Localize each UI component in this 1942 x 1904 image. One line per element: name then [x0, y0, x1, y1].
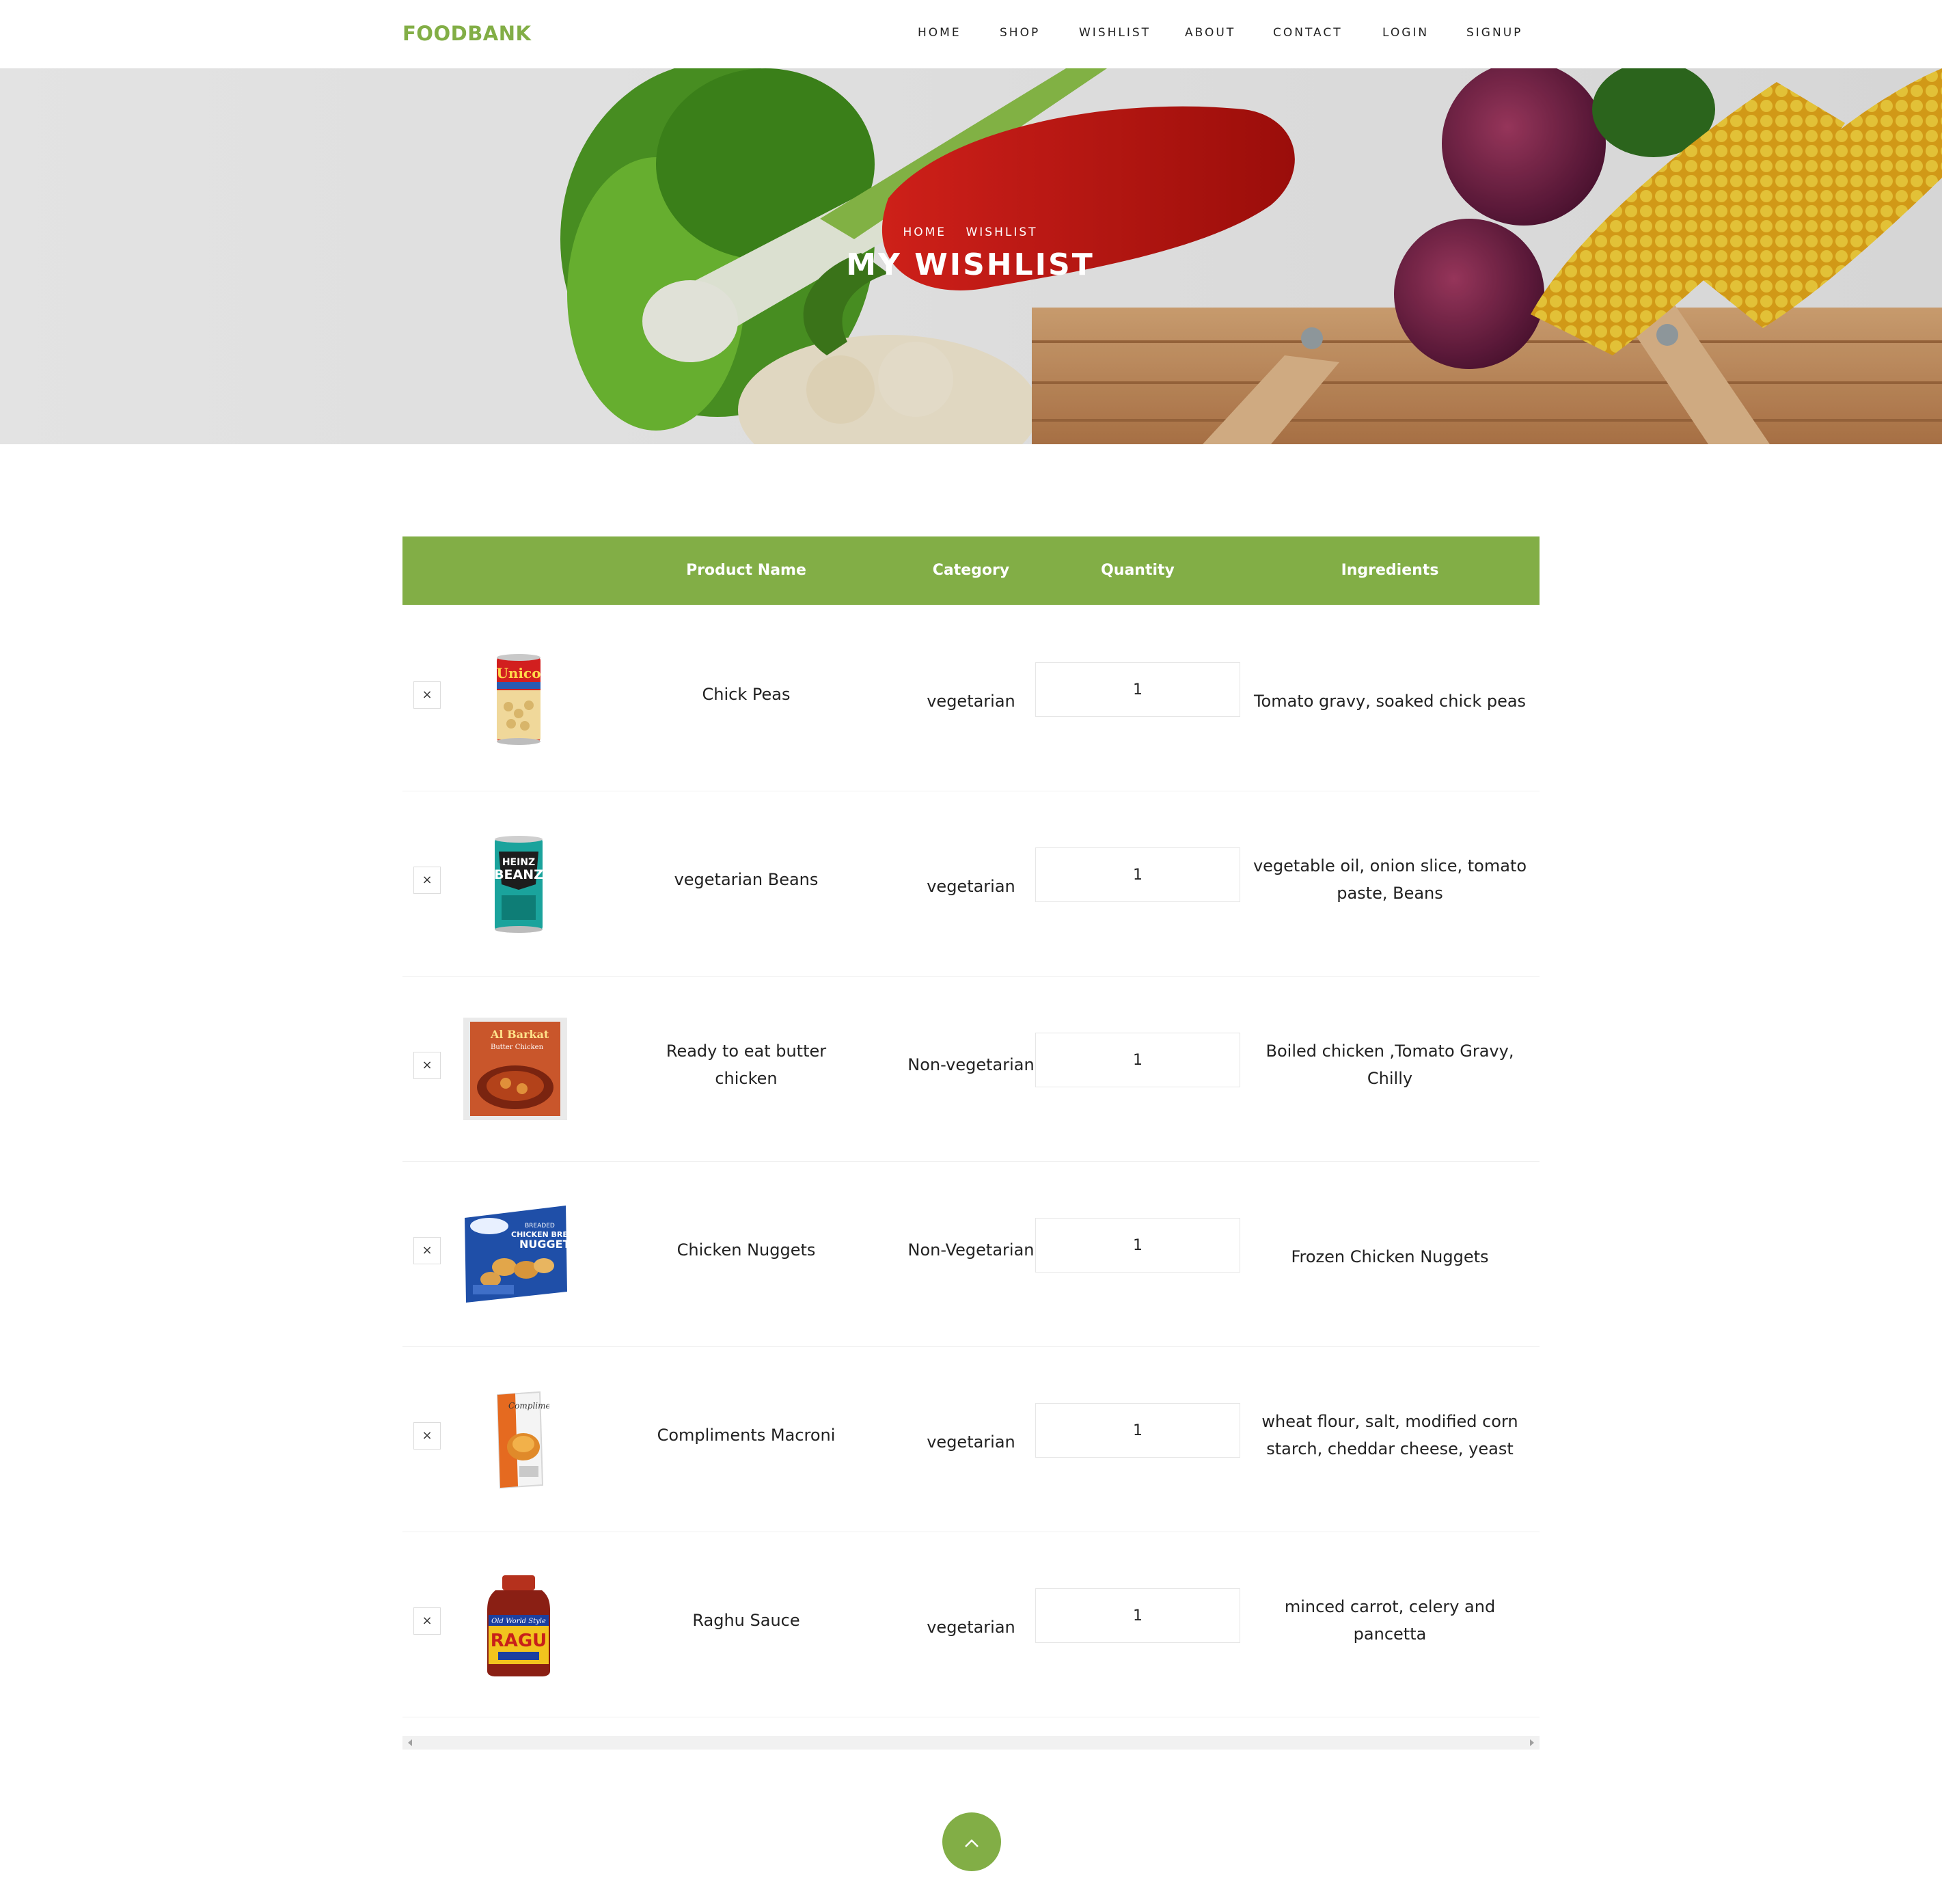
header-quantity: Quantity [1101, 562, 1175, 579]
product-ingredients: vegetable oil, onion slice, tomato paste… [1253, 856, 1527, 903]
quantity-input[interactable] [1035, 662, 1240, 717]
product-name[interactable]: Chicken Nuggets [659, 1161, 834, 1339]
nav-home[interactable]: HOME [918, 26, 961, 40]
product-category: vegetarian [927, 1432, 1015, 1452]
breadcrumb-current: WISHLIST [966, 226, 1038, 239]
table-row: × BREADED CHICKEN BREAST NUGGETS Chicken… [402, 1161, 1540, 1347]
table-row: × Old World Style RAGU Raghu Sauce veget… [402, 1532, 1540, 1717]
table-row: × HEINZ BEANZ vegetarian Beans vegetaria… [402, 791, 1540, 977]
table-horizontal-scrollbar[interactable] [402, 1736, 1540, 1750]
table-header: Product Name Category Quantity Ingredien… [402, 536, 1540, 605]
product-name[interactable]: Chick Peas [659, 606, 834, 783]
scroll-right-icon[interactable] [1530, 1739, 1534, 1746]
scroll-left-icon[interactable] [408, 1739, 412, 1746]
product-name[interactable]: Raghu Sauce [659, 1532, 834, 1709]
product-name[interactable]: Ready to eat butter chicken [635, 976, 858, 1154]
product-name[interactable]: vegetarian Beans [659, 791, 834, 968]
product-category: vegetarian [927, 877, 1015, 896]
svg-text:HEINZ: HEINZ [502, 857, 535, 868]
svg-text:NUGGETS: NUGGETS [519, 1238, 569, 1251]
quantity-input[interactable] [1035, 1033, 1240, 1087]
breadcrumb-home[interactable]: HOME [903, 226, 946, 239]
remove-item-button[interactable]: × [413, 1237, 441, 1264]
svg-text:Unico: Unico [496, 665, 541, 681]
header-product-name: Product Name [686, 562, 806, 579]
svg-text:RAGU: RAGU [491, 1631, 547, 1651]
product-category: Non-vegetarian [907, 1055, 1035, 1074]
svg-text:Compliments: Compliments [508, 1401, 549, 1411]
product-category: vegetarian [927, 1618, 1015, 1637]
product-image[interactable]: HEINZ BEANZ [481, 834, 556, 935]
product-ingredients: Boiled chicken ,Tomato Gravy, Chilly [1266, 1042, 1514, 1088]
header-category: Category [932, 562, 1010, 579]
svg-text:Old World Style: Old World Style [491, 1618, 546, 1625]
product-ingredients: Tomato gravy, soaked chick peas [1253, 692, 1527, 711]
product-category: Non-Vegetarian [907, 1240, 1035, 1260]
remove-item-button[interactable]: × [413, 1422, 441, 1450]
product-name[interactable]: Compliments Macroni [635, 1346, 858, 1524]
svg-text:Butter Chicken: Butter Chicken [491, 1044, 544, 1051]
hero-banner: HOME WISHLIST MY WISHLIST [0, 68, 1942, 444]
product-image[interactable]: Al Barkat Butter Chicken [463, 1018, 567, 1120]
nav-login[interactable]: LOGIN [1382, 26, 1429, 40]
nav-signup[interactable]: SIGNUP [1466, 26, 1522, 40]
svg-text:BEANZ: BEANZ [494, 867, 543, 882]
navbar: FOODBANK HOME SHOP WISHLIST ABOUT CONTAC… [0, 0, 1942, 68]
remove-item-button[interactable]: × [413, 1052, 441, 1079]
quantity-input[interactable] [1035, 847, 1240, 902]
product-image[interactable]: Old World Style RAGU [478, 1573, 560, 1679]
product-category: vegetarian [927, 692, 1015, 711]
quantity-input[interactable] [1035, 1218, 1240, 1273]
product-ingredients: wheat flour, salt, modified corn starch,… [1261, 1412, 1518, 1458]
product-ingredients: minced carrot, celery and pancetta [1284, 1597, 1496, 1644]
svg-text:BREADED: BREADED [525, 1223, 555, 1229]
page-title: MY WISHLIST [846, 247, 1095, 282]
scroll-to-top-button[interactable] [942, 1812, 1001, 1871]
product-image[interactable]: Unico [481, 652, 556, 748]
nav-shop[interactable]: SHOP [1000, 26, 1040, 40]
product-image[interactable]: Compliments [488, 1389, 549, 1491]
remove-item-button[interactable]: × [413, 1607, 441, 1635]
quantity-input[interactable] [1035, 1588, 1240, 1643]
table-row: × Unico Chick Peas vegetarian Tomato gra… [402, 606, 1540, 791]
remove-item-button[interactable]: × [413, 681, 441, 709]
remove-item-button[interactable]: × [413, 867, 441, 894]
chevron-up-icon [965, 1839, 979, 1847]
brand-logo[interactable]: FOODBANK [402, 22, 531, 45]
table-row: × Al Barkat Butter Chicken Ready to eat … [402, 976, 1540, 1162]
nav-about[interactable]: ABOUT [1185, 26, 1235, 40]
product-image[interactable]: BREADED CHICKEN BREAST NUGGETS [463, 1204, 569, 1304]
header-ingredients: Ingredients [1341, 562, 1439, 579]
product-ingredients: Frozen Chicken Nuggets [1291, 1247, 1489, 1266]
quantity-input[interactable] [1035, 1403, 1240, 1458]
svg-text:Al Barkat: Al Barkat [490, 1028, 549, 1041]
nav-contact[interactable]: CONTACT [1273, 26, 1343, 40]
breadcrumb: HOME WISHLIST [896, 226, 1044, 239]
nav-wishlist[interactable]: WISHLIST [1079, 26, 1151, 40]
table-row: × Compliments Compliments Macroni vegeta… [402, 1346, 1540, 1532]
